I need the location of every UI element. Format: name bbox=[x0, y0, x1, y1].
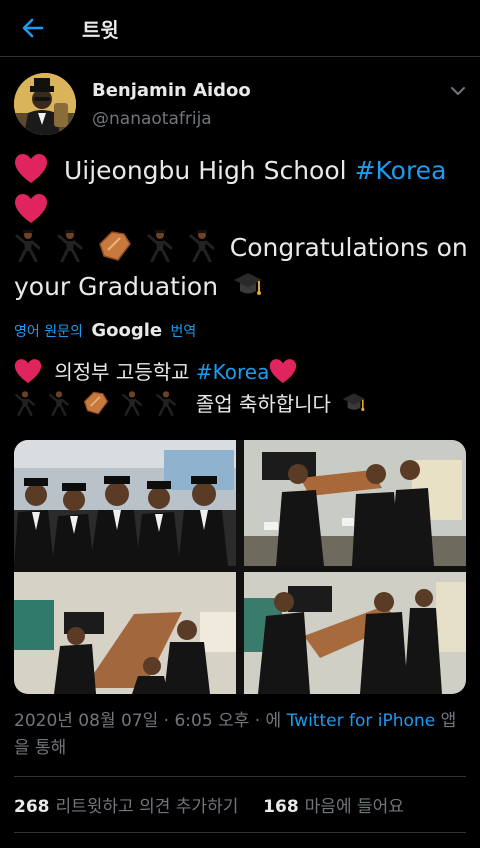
chevron-down-icon[interactable] bbox=[449, 82, 467, 100]
back-arrow-icon[interactable] bbox=[18, 13, 48, 43]
tweet-text: Congratulations on bbox=[229, 233, 468, 262]
likes-count: 168 bbox=[263, 797, 299, 817]
translated-text: 졸업 축하합니다 bbox=[195, 392, 331, 416]
media-photo-4[interactable] bbox=[244, 572, 466, 694]
tweet-line-2 bbox=[14, 194, 48, 230]
tweet-line-1: Uijeongbu High School #Korea bbox=[14, 154, 446, 190]
hashtag-link[interactable]: #Korea bbox=[196, 360, 269, 384]
heart-emoji-icon bbox=[14, 358, 42, 389]
page-title: 트윗 bbox=[82, 18, 119, 42]
author-handle[interactable]: @nanaotafrija bbox=[92, 109, 212, 129]
coffin-emoji-icon bbox=[98, 230, 132, 268]
coffin-emoji-icon bbox=[83, 390, 109, 421]
heart-emoji-icon bbox=[14, 194, 48, 230]
dancer-emoji-icon bbox=[56, 230, 84, 268]
tweet-time: 6:05 오후 bbox=[174, 711, 250, 731]
source-link[interactable]: Twitter for iPhone bbox=[287, 711, 436, 731]
translate-suffix: 번역 bbox=[170, 324, 197, 340]
via-prefix: · 에 bbox=[254, 711, 282, 731]
tweet-stats: 268 리트윗하고 의견 추가하기 168 마음에 들어요 bbox=[14, 792, 404, 817]
retweets-stat[interactable]: 268 리트윗하고 의견 추가하기 bbox=[14, 797, 238, 817]
dancer-emoji-icon bbox=[188, 230, 216, 268]
dancer-emoji-icon bbox=[121, 390, 143, 421]
tweet-line-3: Congratulations on bbox=[14, 230, 468, 268]
graduation-cap-emoji-icon bbox=[232, 270, 264, 306]
translate-link[interactable]: 영어 원문의 Google 번역 bbox=[14, 320, 196, 341]
media-photo-1[interactable] bbox=[14, 440, 236, 566]
translated-text: 의정부 고등학교 bbox=[54, 360, 190, 384]
retweets-label: 리트윗하고 의견 추가하기 bbox=[55, 797, 239, 817]
dancer-emoji-icon bbox=[146, 230, 174, 268]
divider bbox=[14, 832, 466, 833]
tweet-date: 2020년 08월 07일 bbox=[14, 711, 159, 731]
heart-emoji-icon bbox=[269, 358, 297, 389]
dancer-emoji-icon bbox=[14, 230, 42, 268]
translated-line-2: 졸업 축하합니다 bbox=[14, 388, 373, 421]
translated-line-1: 의정부 고등학교 #Korea bbox=[14, 356, 297, 389]
meta-separator: · bbox=[163, 711, 170, 731]
avatar[interactable] bbox=[14, 73, 76, 135]
tweet-meta: 2020년 08월 07일 · 6:05 오후 · 에 Twitter for … bbox=[14, 708, 466, 762]
media-grid bbox=[14, 440, 466, 694]
tweet-line-4: your Graduation bbox=[14, 270, 270, 306]
top-bar: 트윗 bbox=[0, 0, 480, 57]
media-photo-2[interactable] bbox=[244, 440, 466, 566]
heart-emoji-icon bbox=[14, 154, 48, 190]
google-logo: Google bbox=[91, 320, 163, 341]
retweets-count: 268 bbox=[14, 797, 50, 817]
media-photo-3[interactable] bbox=[14, 572, 236, 694]
likes-label: 마음에 들어요 bbox=[304, 797, 404, 817]
dancer-emoji-icon bbox=[48, 390, 70, 421]
likes-stat[interactable]: 168 마음에 들어요 bbox=[263, 797, 404, 817]
author-name[interactable]: Benjamin Aidoo bbox=[92, 80, 251, 101]
tweet-text: your Graduation bbox=[14, 272, 219, 301]
graduation-cap-emoji-icon bbox=[341, 391, 367, 420]
hashtag-link[interactable]: #Korea bbox=[355, 156, 447, 185]
tweet-text: Uijeongbu High School bbox=[63, 156, 347, 185]
dancer-emoji-icon bbox=[14, 390, 36, 421]
dancer-emoji-icon bbox=[155, 390, 177, 421]
translate-prefix: 영어 원문의 bbox=[14, 324, 83, 340]
divider bbox=[14, 776, 466, 777]
